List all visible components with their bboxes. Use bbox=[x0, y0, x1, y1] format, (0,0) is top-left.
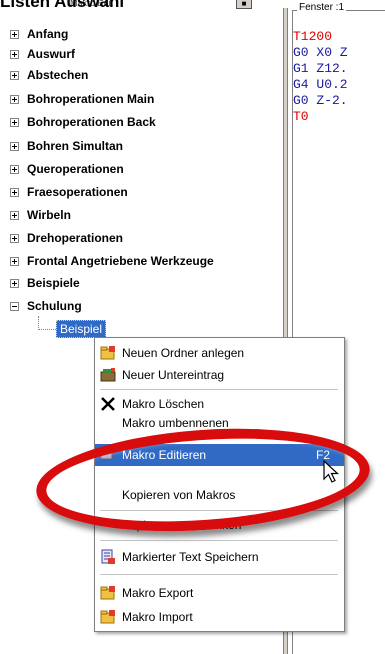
tree-item-bohroperationen-main[interactable]: Bohroperationen Main bbox=[10, 90, 154, 108]
menu-item-export-macro[interactable]: Makro Export bbox=[95, 582, 344, 604]
code-line[interactable]: G0 Z-2. bbox=[293, 93, 348, 108]
tree-item-label: Bohren Simultan bbox=[27, 139, 124, 153]
delete-x-icon bbox=[101, 397, 115, 411]
expand-plus-icon[interactable] bbox=[10, 256, 19, 266]
tree-item-anfang[interactable]: Anfang bbox=[10, 25, 68, 43]
expand-plus-icon[interactable] bbox=[10, 141, 19, 151]
tree-item-beispiel-selected[interactable]: Beispiel bbox=[56, 320, 107, 338]
tree-item-label: Abstechen bbox=[27, 68, 89, 82]
menu-item-rename-macro[interactable]: Makro umbennenen bbox=[95, 412, 344, 434]
tree-item-bohren-simultan[interactable]: Bohren Simultan bbox=[10, 137, 123, 155]
tree-item-label: Fraesoperationen bbox=[27, 185, 128, 199]
expand-plus-icon[interactable] bbox=[10, 29, 19, 39]
page-heading: Listen Auswahl bbox=[0, 0, 125, 11]
tree-item-label: Queroperationen bbox=[27, 162, 124, 176]
tree-item-label: Drehoperationen bbox=[27, 231, 124, 245]
save-text-icon bbox=[101, 549, 115, 564]
export-icon bbox=[100, 586, 115, 600]
expand-plus-icon[interactable] bbox=[10, 70, 19, 80]
edit-icon bbox=[100, 452, 115, 460]
menu-separator bbox=[100, 540, 338, 541]
tree-item-drehoperationen[interactable]: Drehoperationen bbox=[10, 229, 123, 247]
tree-item-label: Bohroperationen Main bbox=[27, 92, 155, 106]
expand-plus-icon[interactable] bbox=[10, 278, 19, 288]
tree-item-frontal-angetriebene-werkzeuge[interactable]: Frontal Angetriebene Werkzeuge bbox=[10, 252, 214, 270]
tree-item-label: Frontal Angetriebene Werkzeuge bbox=[27, 254, 214, 268]
expand-plus-icon[interactable] bbox=[10, 164, 19, 174]
menu-item-copy-graphics[interactable]: Kopieren von Grafiken bbox=[95, 514, 344, 536]
menu-item-save-marked-text[interactable]: Markierter Text Speichern bbox=[95, 546, 344, 568]
tree-item-abstechen[interactable]: Abstechen bbox=[10, 66, 88, 84]
menu-item-new-subentry[interactable]: Neuer Untereintrag bbox=[95, 364, 344, 386]
tree-item-fraesoperationen[interactable]: Fraesoperationen bbox=[10, 183, 128, 201]
tree-item-auswurf[interactable]: Auswurf bbox=[10, 45, 75, 63]
panel-title-button[interactable]: ■ bbox=[236, 0, 252, 9]
code-line[interactable]: G4 U0.2 bbox=[293, 77, 348, 92]
tree-item-beispiele[interactable]: Beispiele bbox=[10, 274, 80, 292]
tree-item-bohroperationen-back[interactable]: Bohroperationen Back bbox=[10, 113, 156, 131]
expand-plus-icon[interactable] bbox=[10, 187, 19, 197]
code-line[interactable]: G0 X0 Z bbox=[293, 45, 348, 60]
new-folder-icon bbox=[100, 346, 115, 360]
expand-plus-icon[interactable] bbox=[10, 49, 19, 59]
tree-item-wirbeln[interactable]: Wirbeln bbox=[10, 206, 71, 224]
expand-plus-icon[interactable] bbox=[10, 94, 19, 104]
tree-item-label: Wirbeln bbox=[27, 208, 71, 222]
expand-plus-icon[interactable] bbox=[10, 233, 19, 243]
new-entry-icon bbox=[100, 368, 116, 382]
tree-item-label: Schulung bbox=[27, 299, 82, 313]
tree-item-label: Bohroperationen Back bbox=[27, 115, 156, 129]
editor-window-label: Fenster :1 bbox=[297, 2, 347, 15]
code-line[interactable]: T0 bbox=[293, 109, 309, 124]
expand-plus-icon[interactable] bbox=[10, 117, 19, 127]
expand-plus-icon[interactable] bbox=[10, 210, 19, 220]
tree-item-label: Beispiele bbox=[27, 276, 80, 290]
menu-item-import-macro[interactable]: Makro Import bbox=[95, 606, 344, 628]
menu-item-copy-macros[interactable]: Kopieren von Makros bbox=[95, 484, 344, 506]
menu-item-new-folder[interactable]: Neuen Ordner anlegen bbox=[95, 342, 344, 364]
tree-item-label: Anfang bbox=[27, 27, 69, 41]
tree-item-label: Auswurf bbox=[27, 47, 75, 61]
context-menu: Neuen Ordner anlegen Neuer Untereintrag … bbox=[94, 337, 345, 632]
menu-separator bbox=[100, 510, 338, 511]
import-icon bbox=[100, 610, 115, 624]
menu-separator bbox=[100, 389, 338, 390]
menu-separator bbox=[100, 574, 338, 575]
tree-connector-line bbox=[38, 329, 56, 330]
mouse-cursor-icon bbox=[323, 460, 340, 483]
collapse-minus-icon[interactable] bbox=[10, 301, 19, 311]
tree-connector-line bbox=[38, 316, 39, 330]
menu-item-edit-macro[interactable]: Makro Editieren F2 bbox=[95, 444, 344, 466]
code-line[interactable]: G1 Z12. bbox=[293, 61, 348, 76]
tree-item-schulung[interactable]: Schulung bbox=[10, 297, 82, 315]
code-line[interactable]: T1200 bbox=[293, 29, 332, 44]
tree-item-queroperationen[interactable]: Queroperationen bbox=[10, 160, 124, 178]
